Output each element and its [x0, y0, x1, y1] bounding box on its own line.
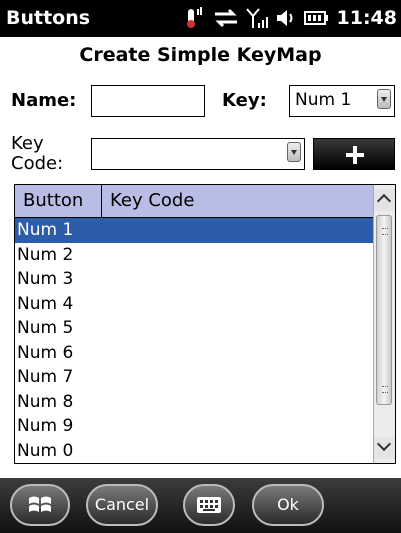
list-item[interactable]: Num 9 — [15, 414, 373, 439]
grip-icon — [382, 228, 388, 235]
key-select-value: Num 1 — [295, 90, 352, 110]
keymap-list[interactable]: Button Key Code Num 1 Num 2 Num 3 Num 4 Num … — [14, 184, 396, 464]
keycode-label-line2: Code: — [11, 153, 64, 174]
list-item[interactable]: Num 0 — [15, 439, 373, 464]
scrollbar-thumb[interactable] — [376, 215, 392, 405]
list-item[interactable]: Num 2 — [15, 243, 373, 268]
status-bar: Buttons 11:48 — [0, 0, 401, 37]
keyboard-icon — [197, 497, 221, 513]
data-sync-icon[interactable] — [213, 6, 239, 30]
taskbar: Cancel Ok — [0, 478, 401, 533]
scroll-up-icon[interactable] — [374, 189, 395, 211]
notification-icon[interactable] — [181, 6, 207, 30]
form-title: Create Simple KeyMap — [79, 44, 322, 66]
windows-logo-icon — [29, 496, 51, 512]
list-item[interactable]: Num 7 — [15, 365, 373, 390]
column-header-button[interactable]: Button — [15, 185, 83, 217]
keycode-label-line1: Key — [11, 133, 44, 154]
key-select[interactable]: Num 1 — [289, 85, 395, 117]
keyboard-button[interactable] — [183, 484, 235, 526]
signal-strength-icon[interactable] — [245, 6, 269, 30]
cancel-button[interactable]: Cancel — [86, 484, 158, 526]
name-label: Name: — [11, 90, 77, 111]
chevron-down-icon[interactable] — [287, 142, 301, 162]
list-item[interactable]: Num 8 — [15, 390, 373, 415]
scroll-down-icon[interactable] — [374, 437, 395, 459]
grip-icon — [382, 386, 388, 393]
list-header: Button Key Code — [15, 185, 373, 218]
column-header-key-code[interactable]: Key Code — [102, 185, 194, 217]
status-icons: 11:48 — [181, 6, 397, 30]
ok-button[interactable]: Ok — [252, 484, 324, 526]
list-item[interactable]: Num 3 — [15, 267, 373, 292]
name-input[interactable] — [91, 85, 205, 117]
clock-time[interactable]: 11:48 — [337, 7, 397, 29]
list-rows: Num 1 Num 2 Num 3 Num 4 Num 5 Num 6 Num 7 Num 8… — [15, 218, 373, 463]
key-label: Key: — [222, 90, 267, 111]
list-item[interactable]: Num 6 — [15, 341, 373, 366]
list-item[interactable]: Num 4 — [15, 292, 373, 317]
vertical-scrollbar[interactable] — [373, 185, 395, 463]
keycode-select[interactable] — [91, 138, 305, 170]
list-item[interactable]: Num 5 — [15, 316, 373, 341]
keycode-label: Key Code: — [11, 134, 63, 174]
volume-icon[interactable] — [275, 6, 297, 30]
add-button[interactable] — [313, 138, 395, 170]
app-title: Buttons — [6, 7, 91, 29]
start-button[interactable] — [10, 484, 70, 526]
list-item[interactable]: Num 1 — [15, 218, 373, 243]
chevron-down-icon[interactable] — [377, 89, 391, 109]
battery-icon[interactable] — [303, 6, 329, 30]
